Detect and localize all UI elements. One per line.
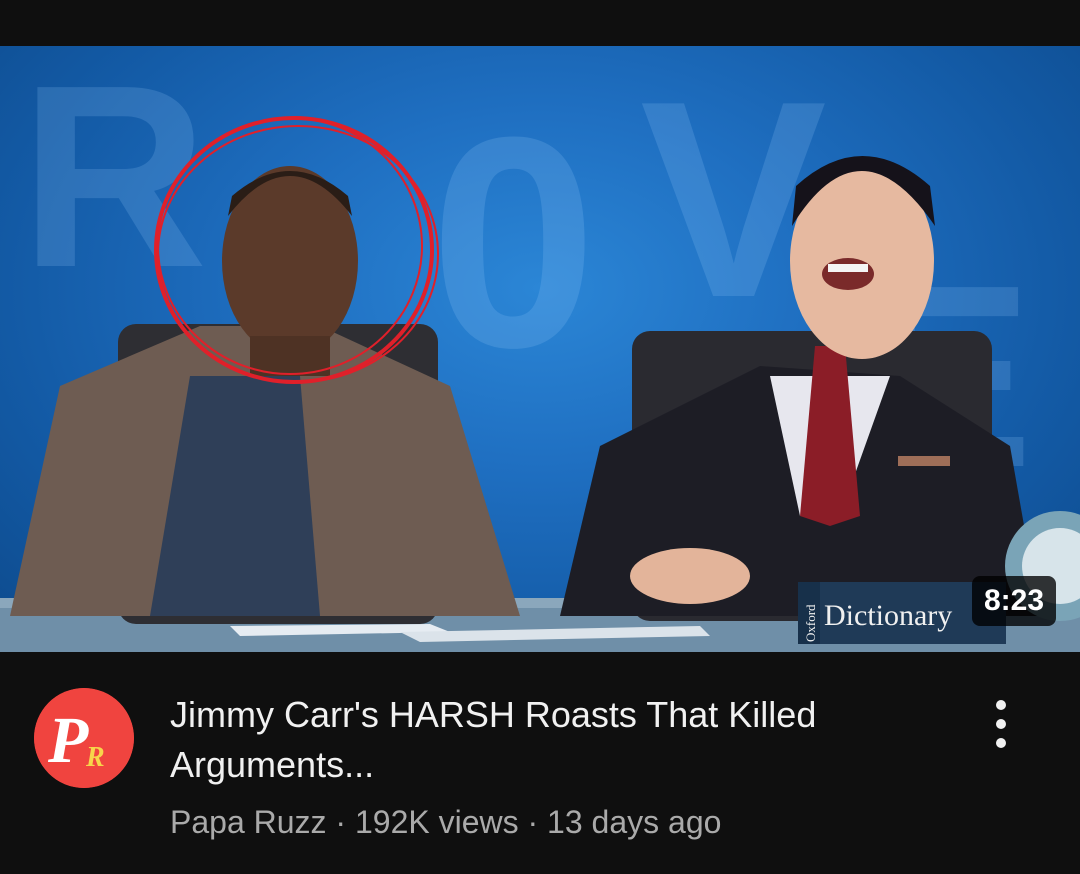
top-bar xyxy=(0,0,1080,46)
channel-logo-icon: P R xyxy=(34,688,134,788)
video-meta: Papa Ruzz · 192K views · 13 days ago xyxy=(170,802,721,842)
upload-age: 13 days ago xyxy=(547,804,722,840)
channel-name[interactable]: Papa Ruzz xyxy=(170,804,327,840)
more-options-button[interactable] xyxy=(984,694,1018,754)
thumbnail-scene: R 0 V E xyxy=(0,46,1080,652)
video-thumbnail[interactable]: R 0 V E xyxy=(0,46,1080,652)
more-vertical-icon xyxy=(996,738,1006,748)
svg-text:P: P xyxy=(47,704,89,777)
svg-text:R: R xyxy=(85,742,105,773)
duration-badge: 8:23 xyxy=(971,576,1056,626)
video-title[interactable]: Jimmy Carr's HARSH Roasts That Killed Ar… xyxy=(170,690,930,790)
meta-separator: · xyxy=(518,804,548,840)
more-vertical-icon xyxy=(996,719,1006,729)
meta-separator: · xyxy=(326,804,355,840)
svg-text:0: 0 xyxy=(430,74,597,410)
more-vertical-icon xyxy=(996,700,1006,710)
book-brand-text: Oxford xyxy=(803,604,818,642)
channel-avatar[interactable]: P R xyxy=(34,688,134,788)
book-title-text: Dictionary xyxy=(824,599,952,632)
video-info: P R Jimmy Carr's HARSH Roasts That Kille… xyxy=(0,652,1080,874)
view-count: 192K views xyxy=(354,804,519,840)
